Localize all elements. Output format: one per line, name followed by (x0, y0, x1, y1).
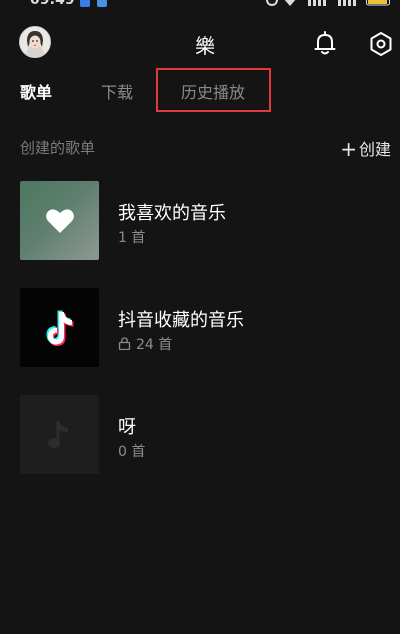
plus-icon: + (340, 137, 357, 161)
douyin-logo-icon (46, 310, 73, 346)
playlist-cover (20, 181, 99, 260)
playlist-item-ya[interactable]: 呀 0 首 (0, 395, 400, 481)
create-playlist-button[interactable]: + 创建 (340, 136, 391, 161)
avatar[interactable] (19, 26, 51, 58)
wifi-icon (284, 0, 296, 6)
playlist-count: 24 首 (118, 334, 172, 354)
playlist-name: 抖音收藏的音乐 (118, 310, 244, 331)
playlist-name: 我喜欢的音乐 (118, 203, 226, 224)
avatar-image (20, 27, 50, 57)
playlist-item-favorites[interactable]: 我喜欢的音乐 1 首 (0, 181, 400, 267)
status-app-icon (80, 0, 90, 7)
status-alarm-icon (266, 0, 278, 6)
tab-downloads[interactable]: 下载 (101, 80, 133, 106)
playlist-item-douyin[interactable]: 抖音收藏的音乐 24 首 (0, 288, 400, 374)
bell-icon[interactable] (312, 30, 338, 56)
status-time: 09:49 (30, 0, 75, 8)
battery-icon (366, 0, 390, 6)
signal-icon (308, 0, 326, 6)
signal-icon (338, 0, 356, 6)
header: 樂 (0, 22, 400, 68)
header-title: 樂 (195, 34, 215, 58)
tab-playlists[interactable]: 歌单 (20, 80, 52, 106)
settings-icon[interactable] (368, 31, 394, 57)
status-bar: 09:49 (0, 0, 400, 12)
heart-icon (45, 208, 74, 233)
highlight-box (156, 68, 271, 112)
lock-icon (118, 337, 131, 350)
playlist-count-text: 24 首 (136, 337, 173, 353)
playlist-count: 1 首 (118, 230, 146, 246)
playlist-cover (20, 288, 99, 367)
playlist-name: 呀 (118, 417, 136, 438)
create-label: 创建 (358, 140, 391, 159)
music-note-icon (47, 420, 68, 448)
playlist-cover (20, 395, 99, 474)
playlist-count: 0 首 (118, 444, 146, 460)
section-title: 创建的歌单 (20, 139, 96, 157)
status-app-icon (97, 0, 107, 7)
